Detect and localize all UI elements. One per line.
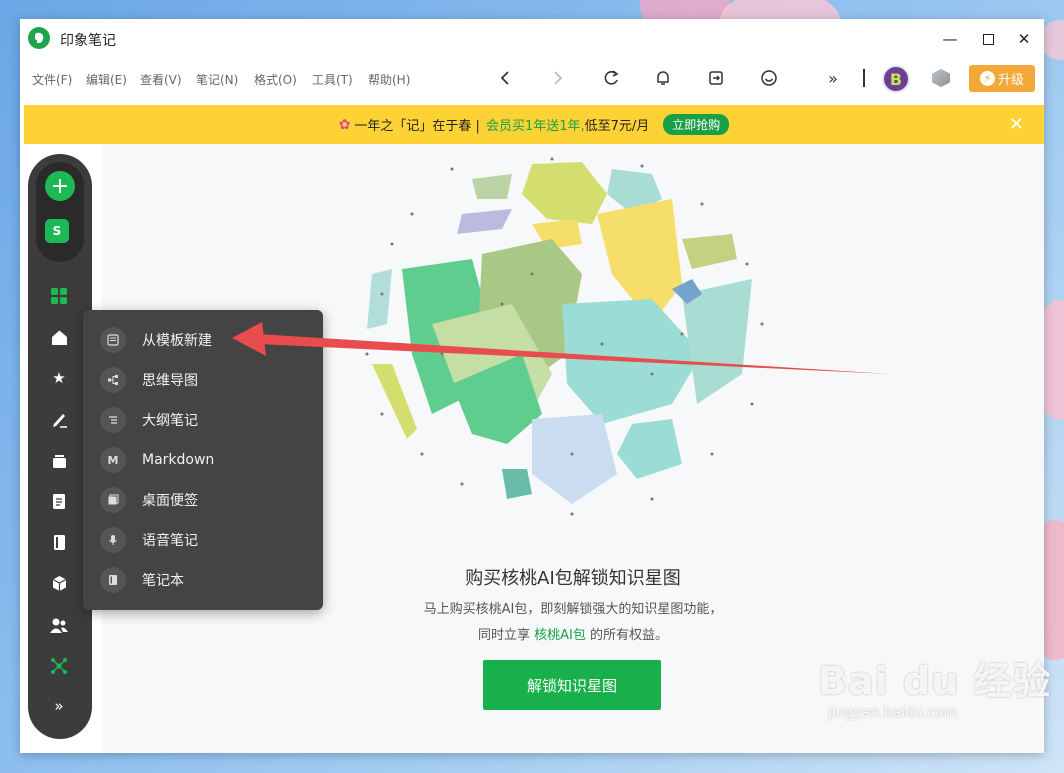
menu-item-sticky-note[interactable]: 桌面便签 [83,480,323,520]
window-title: 印象笔记 [60,33,116,49]
new-note-menu: 从模板新建 思维导图 大纲笔记 M Markdown 桌面便签 语音笔记 笔记本 [83,310,323,610]
s-app-button[interactable]: S [45,219,69,243]
upgrade-label: 升级 [997,73,1024,88]
notebook-icon [100,567,126,593]
menu-item-mindmap[interactable]: 思维导图 [83,360,323,400]
minimize-button[interactable]: — [938,27,962,51]
menu-item-label: 笔记本 [142,573,184,589]
new-note-button[interactable]: + [45,171,75,201]
menu-view[interactable]: 查看(V) [140,71,182,88]
elephant-logo-icon [28,27,50,49]
upgrade-button[interactable]: ⚡ 升级 [969,65,1035,92]
outline-icon [100,407,126,433]
pen-icon[interactable] [48,408,70,430]
notebook-icon[interactable] [48,531,70,553]
menu-item-template[interactable]: 从模板新建 [83,320,323,360]
promo-banner: ✿ 一年之「记」在于春 | 会员买1年送1年, 低至7元/月 立即抢购 ✕ [24,105,1044,144]
menu-item-notebook[interactable]: 笔记本 [83,560,323,600]
bell-icon[interactable] [651,66,675,90]
lightning-icon: ⚡ [979,71,995,86]
box-icon[interactable] [48,572,70,594]
buy-now-button[interactable]: 立即抢购 [663,114,730,135]
forward-icon[interactable] [546,66,570,90]
menu-item-label: 桌面便签 [142,493,198,509]
star-icon[interactable]: ★ [48,367,70,389]
more-icon[interactable]: » [821,66,845,90]
sync-icon[interactable] [599,66,623,90]
app-window: 印象笔记 — ✕ 文件(F) 编辑(E) 查看(V) 笔记(N) 格式(O) 工… [20,19,1044,753]
menu-item-label: Markdown [142,452,215,468]
desc-prefix: 同时立享 [477,628,530,643]
sidebar-create-group: + S [36,162,84,262]
grid-icon[interactable] [48,285,70,307]
expand-icon[interactable]: » [48,695,70,717]
banner-price: 低至7元/月 [584,119,650,134]
menu-item-label: 思维导图 [142,373,198,389]
maximize-button[interactable] [976,27,1000,51]
knowledge-graph-icon[interactable] [48,655,70,677]
banner-text: 一年之「记」在于春 | [354,119,480,134]
watermark-main: Bai du 经验 [818,659,1052,703]
mindmap-icon [100,367,126,393]
menu-file[interactable]: 文件(F) [32,71,72,88]
knowledge-graph-illustration [365,157,764,516]
baidu-watermark: Bai du 经验 jingyan.baidu.com [818,650,1051,721]
menu-item-label: 从模板新建 [142,333,212,349]
menu-help[interactable]: 帮助(H) [368,71,410,88]
menu-tools[interactable]: 工具(T) [312,71,353,88]
close-button[interactable]: ✕ [1012,27,1036,51]
menu-item-markdown[interactable]: M Markdown [83,440,323,480]
menu-item-outline[interactable]: 大纲笔记 [83,400,323,440]
banner-highlight: 会员买1年送1年, [485,119,585,134]
ai-pack-link[interactable]: 核桃AI包 [534,628,586,643]
menu-note[interactable]: 笔记(N) [196,71,238,88]
back-icon[interactable] [493,66,517,90]
share-icon[interactable] [704,66,728,90]
avatar[interactable]: B [882,65,910,93]
smiley-icon[interactable] [757,66,781,90]
menu-item-voice-note[interactable]: 语音笔记 [83,520,323,560]
microphone-icon [100,527,126,553]
flower-icon: ✿ [338,116,351,133]
template-icon [100,327,126,353]
toolbar-divider [863,69,865,87]
banner-close-icon[interactable]: ✕ [1009,114,1024,135]
note-icon[interactable] [48,490,70,512]
title-bar: 印象笔记 — ✕ [20,19,1044,59]
home-icon[interactable] [48,326,70,348]
menu-item-label: 语音笔记 [142,533,198,549]
unlock-knowledge-graph-button[interactable]: 解锁知识星图 [483,660,661,710]
stack-icon[interactable] [48,449,70,471]
unlock-description-line2: 同时立享 核桃AI包 的所有权益。 [102,624,1044,643]
users-icon[interactable] [48,614,70,636]
watermark-url: jingyan.baidu.com [828,705,958,721]
menu-item-label: 大纲笔记 [142,413,198,429]
sticky-note-icon [100,487,126,513]
menu-edit[interactable]: 编辑(E) [86,71,127,88]
menu-format[interactable]: 格式(O) [254,71,297,88]
desc-suffix: 的所有权益。 [590,628,669,643]
markdown-icon: M [100,447,126,473]
